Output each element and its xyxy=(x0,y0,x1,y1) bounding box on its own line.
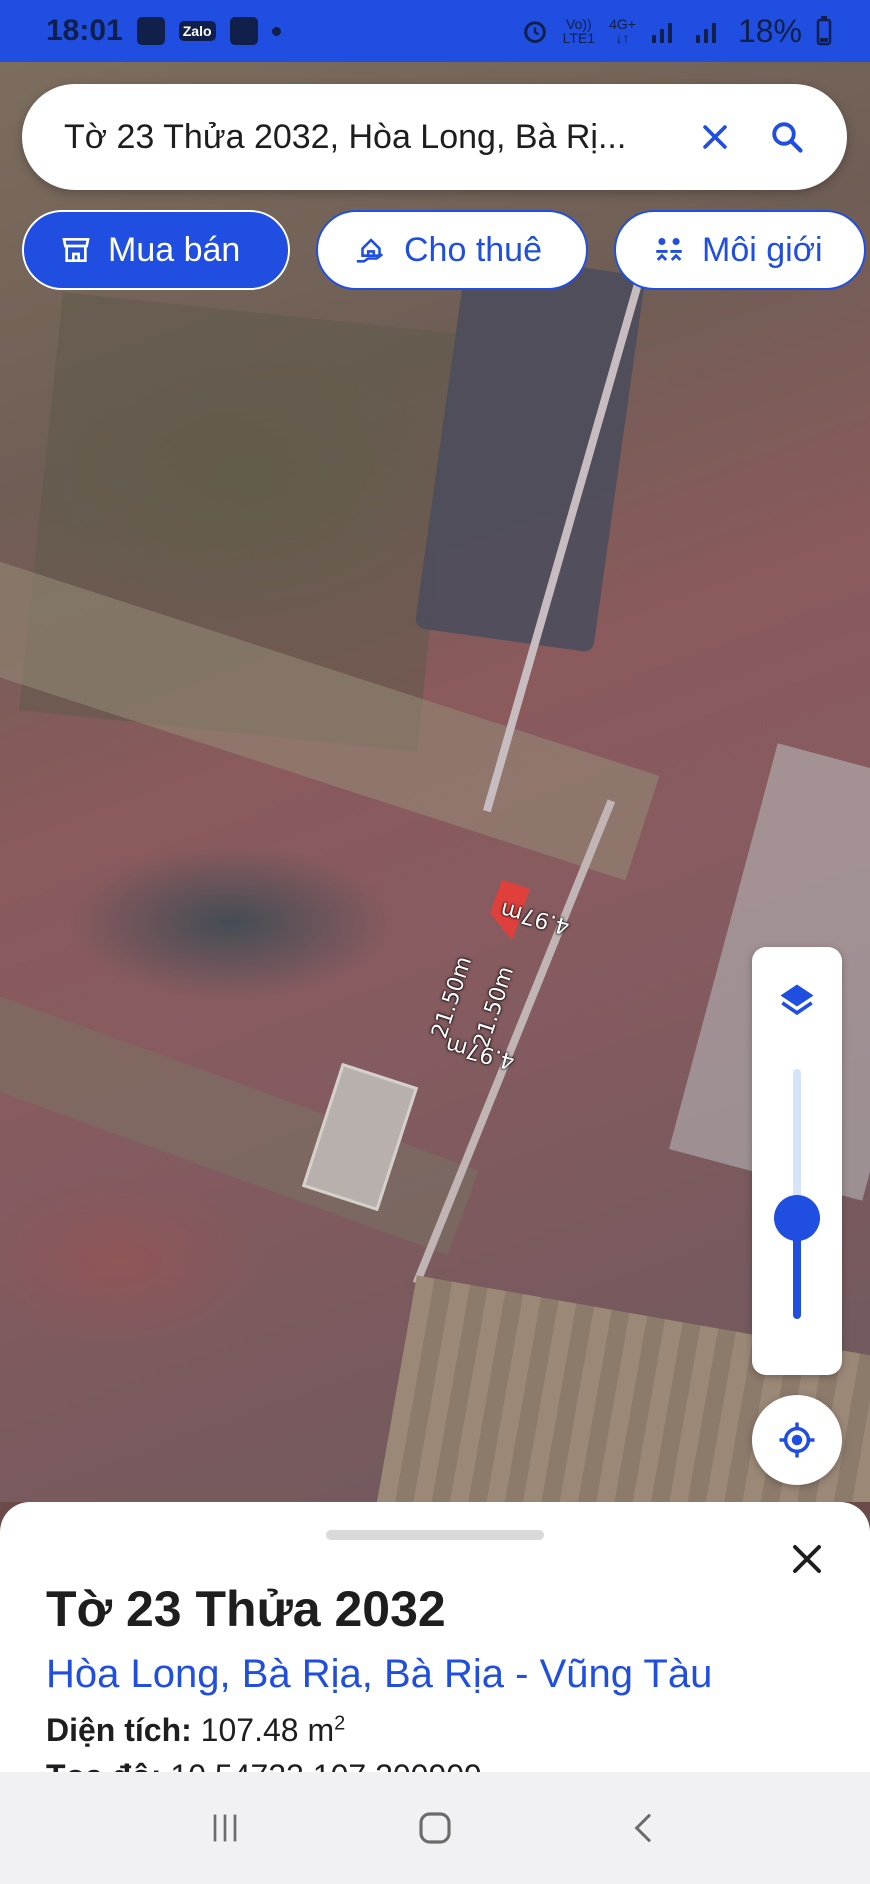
parcel-info-sheet: Tờ 23 Thửa 2032 Hòa Long, Bà Rịa, Bà Rịa… xyxy=(0,1502,870,1772)
signal-icon-2 xyxy=(695,23,716,43)
signal-icon xyxy=(651,23,672,43)
parcel-area-row: Diện tích: 107.48 m2 xyxy=(46,1712,345,1749)
sheet-drag-handle[interactable] xyxy=(326,1530,544,1540)
map-controls-panel xyxy=(752,947,842,1375)
alarm-icon xyxy=(523,21,546,43)
layers-icon xyxy=(780,984,814,1016)
zalo-icon: Zalo xyxy=(178,21,216,41)
store-icon xyxy=(62,238,90,262)
my-location-button[interactable] xyxy=(752,1395,842,1485)
recent-apps-icon xyxy=(213,1814,237,1842)
volte-label: Vo)) xyxy=(566,16,592,32)
chip-label: Mua bán xyxy=(108,230,241,269)
map-pond-area xyxy=(414,251,646,653)
network-type-label: 4G+ xyxy=(609,16,636,32)
chip-cho-thue[interactable]: Cho thuê xyxy=(316,210,588,290)
status-right: Vo)) LTE1 4G+ ↓↑ 18% xyxy=(521,13,832,50)
zoom-slider-track[interactable] xyxy=(793,1069,801,1319)
status-bar: 18:01 Zalo Vo)) LTE1 4G+ ↓↑ 18% xyxy=(0,0,870,62)
lte-label: LTE1 xyxy=(562,30,596,46)
close-icon xyxy=(703,125,727,149)
area-label: Diện tích: xyxy=(46,1712,192,1748)
coord-value: 10.54723,107.200909 xyxy=(170,1758,481,1772)
locate-icon xyxy=(779,1422,815,1458)
layers-button[interactable] xyxy=(767,971,827,1031)
notification-dot-icon xyxy=(271,26,281,36)
home-icon xyxy=(419,1812,451,1844)
coord-label: Tọa độ: xyxy=(46,1758,162,1772)
people-icon xyxy=(656,237,682,261)
chip-label: Cho thuê xyxy=(404,230,542,269)
close-sheet-button[interactable] xyxy=(780,1532,834,1586)
parcel-coordinates-row: Tọa độ: 10.54723,107.200909 xyxy=(46,1758,482,1772)
battery-percent: 18% xyxy=(737,12,802,49)
category-chips: Mua bán Cho thuê Môi giới xyxy=(22,210,866,290)
back-icon xyxy=(634,1813,652,1843)
map-wall-2 xyxy=(412,799,616,1285)
checkbox-icon xyxy=(229,17,258,45)
house-hand-icon xyxy=(356,238,384,263)
chip-moi-gioi[interactable]: Môi giới xyxy=(614,210,866,290)
close-icon xyxy=(793,1545,821,1573)
area-value: 107.48 m xyxy=(200,1712,335,1748)
battery-icon xyxy=(816,16,832,46)
status-left: 18:01 Zalo xyxy=(46,14,281,48)
back-button[interactable] xyxy=(615,1798,675,1858)
search-input[interactable]: Tờ 23 Thửa 2032, Hòa Long, Bà Rị... xyxy=(64,118,673,157)
system-nav-bar xyxy=(0,1772,870,1884)
parcel-title: Tờ 23 Thửa 2032 xyxy=(46,1581,446,1637)
network-type-indicator: 4G+ ↓↑ xyxy=(609,17,636,45)
search-bar[interactable]: Tờ 23 Thửa 2032, Hòa Long, Bà Rị... xyxy=(22,84,847,190)
chip-label: Môi giới xyxy=(702,230,823,269)
volte-indicator: Vo)) LTE1 xyxy=(563,17,595,45)
home-button[interactable] xyxy=(405,1798,465,1858)
zoom-slider-thumb[interactable] xyxy=(774,1195,820,1241)
area-unit-superscript: 2 xyxy=(334,1712,346,1735)
shield-icon xyxy=(136,17,165,45)
clear-search-button[interactable] xyxy=(685,107,745,167)
status-time: 18:01 xyxy=(46,14,123,47)
recent-apps-button[interactable] xyxy=(195,1798,255,1858)
data-arrows-label: ↓↑ xyxy=(615,30,630,46)
parcel-address-link[interactable]: Hòa Long, Bà Rịa, Bà Rịa - Vũng Tàu xyxy=(46,1652,712,1697)
search-icon xyxy=(772,122,803,153)
search-button[interactable] xyxy=(757,107,817,167)
chip-mua-ban[interactable]: Mua bán xyxy=(22,210,290,290)
